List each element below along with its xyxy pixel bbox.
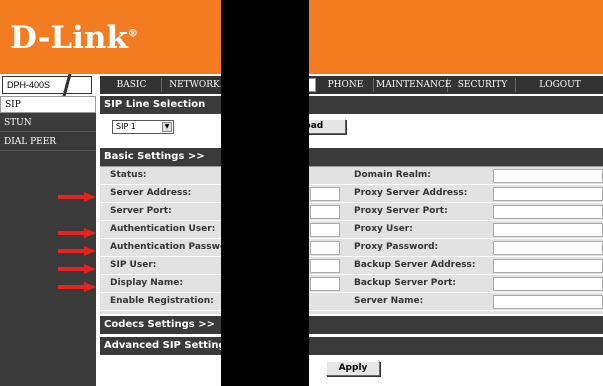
form-row: Server Address: Proxy Server Address: bbox=[100, 185, 603, 203]
form-row: Display Name: Backup Server Port: bbox=[100, 275, 603, 293]
proxy-server-address-input[interactable] bbox=[493, 187, 603, 201]
sidebar-item-stun[interactable]: STUN bbox=[0, 115, 96, 132]
arrow-icon bbox=[58, 264, 98, 274]
advanced-sip-settings-header[interactable]: Advanced SIP Settings >> bbox=[100, 337, 603, 355]
main-nav: BASIC NETWORK PHONE MAINTENANCE SECURITY… bbox=[100, 76, 603, 94]
proxy-server-port-input[interactable] bbox=[493, 205, 603, 219]
basic-settings-form: Status: Domain Realm: Server Address: Pr… bbox=[100, 166, 603, 314]
backup-server-port-label: Backup Server Port: bbox=[354, 278, 456, 288]
backup-server-port-input[interactable] bbox=[493, 277, 603, 291]
server-address-input[interactable] bbox=[310, 187, 340, 201]
sidebar-item-sip[interactable]: SIP bbox=[0, 96, 96, 113]
backup-server-address-input[interactable] bbox=[493, 259, 603, 273]
sip-line-select[interactable]: SIP 1 ▼ bbox=[112, 120, 174, 134]
arrow-icon bbox=[58, 192, 98, 202]
arrow-icon bbox=[58, 246, 98, 256]
proxy-password-label: Proxy Password: bbox=[354, 242, 439, 252]
form-row: SIP User: Backup Server Address: bbox=[100, 257, 603, 275]
domain-realm-input[interactable] bbox=[493, 169, 603, 183]
form-row: Enable Registration: Server Name: bbox=[100, 293, 603, 311]
tab-logout[interactable]: LOGOUT bbox=[520, 78, 600, 92]
apply-button[interactable]: Apply bbox=[326, 361, 380, 376]
proxy-user-label: Proxy User: bbox=[354, 224, 413, 234]
arrow-icon bbox=[58, 228, 98, 238]
sip-line-select-value: SIP 1 bbox=[116, 122, 136, 131]
form-row: Authentication Password: Proxy Password: bbox=[100, 239, 603, 257]
authentication-user-input[interactable] bbox=[310, 223, 340, 237]
proxy-server-port-label: Proxy Server Port: bbox=[354, 206, 448, 216]
server-address-label: Server Address: bbox=[110, 188, 192, 198]
sidebar-item-dial-peer[interactable]: DIAL PEER bbox=[0, 134, 96, 151]
proxy-user-input[interactable] bbox=[493, 223, 603, 237]
chevron-down-icon: ▼ bbox=[162, 122, 172, 132]
proxy-password-input[interactable] bbox=[493, 241, 603, 255]
tab-maintenance[interactable]: MAINTENANCE bbox=[376, 78, 451, 92]
form-row: Server Port: Proxy Server Port: bbox=[100, 203, 603, 221]
sip-user-input[interactable] bbox=[310, 259, 340, 273]
tab-divider bbox=[62, 74, 72, 96]
form-row: Authentication User: Proxy User: bbox=[100, 221, 603, 239]
backup-server-address-label: Backup Server Address: bbox=[354, 260, 476, 270]
sidebar: SIP STUN DIAL PEER bbox=[0, 96, 96, 386]
codecs-settings-header[interactable]: Codecs Settings >> bbox=[100, 316, 603, 334]
tab-security[interactable]: SECURITY bbox=[450, 78, 516, 92]
tab-phone[interactable]: PHONE bbox=[318, 78, 374, 92]
display-name-input[interactable] bbox=[310, 277, 340, 291]
form-row: Status: Domain Realm: bbox=[100, 167, 603, 185]
sip-line-selection-header: SIP Line Selection bbox=[100, 96, 603, 114]
display-name-label: Display Name: bbox=[110, 278, 183, 288]
enable-registration-label: Enable Registration: bbox=[110, 296, 214, 306]
arrow-icon bbox=[58, 282, 98, 292]
authentication-password-input[interactable] bbox=[310, 241, 340, 255]
basic-settings-header[interactable]: Basic Settings >> bbox=[100, 148, 603, 166]
sip-user-label: SIP User: bbox=[110, 260, 157, 270]
tab-network[interactable]: NETWORK bbox=[163, 78, 227, 92]
model-tab: DPH-400S bbox=[2, 76, 92, 94]
proxy-server-address-label: Proxy Server Address: bbox=[354, 188, 468, 198]
server-name-input[interactable] bbox=[493, 295, 603, 309]
dlink-logo: D-Link® bbox=[10, 20, 138, 56]
server-port-label: Server Port: bbox=[110, 206, 172, 216]
tab-basic[interactable]: BASIC bbox=[102, 78, 162, 92]
authentication-user-label: Authentication User: bbox=[110, 224, 216, 234]
main-content: SIP Line Selection SIP 1 ▼ Load Basic Se… bbox=[100, 96, 603, 386]
status-label: Status: bbox=[110, 170, 147, 180]
domain-realm-label: Domain Realm: bbox=[354, 170, 431, 180]
server-port-input[interactable] bbox=[310, 205, 340, 219]
server-name-label: Server Name: bbox=[354, 296, 424, 306]
redaction-bar bbox=[221, 0, 309, 386]
